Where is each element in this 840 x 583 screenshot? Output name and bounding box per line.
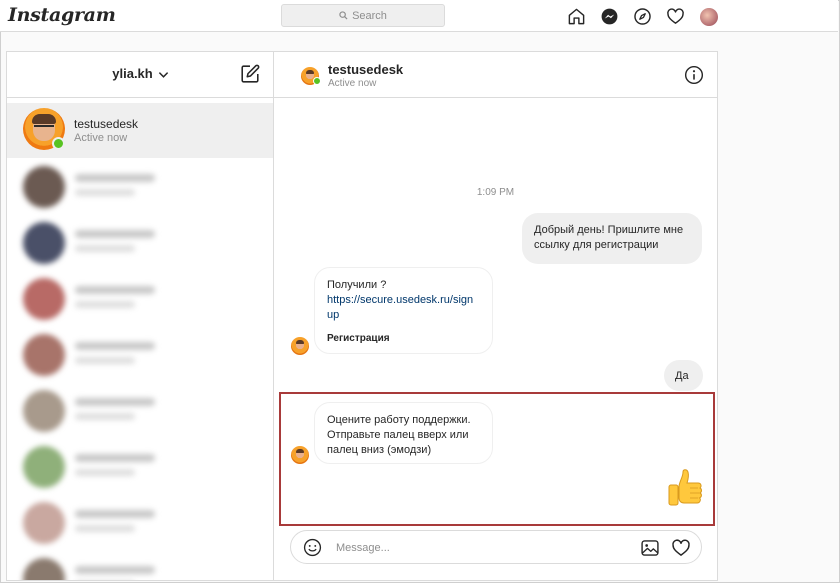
thread-item-active[interactable]: testusedesk Active now [7,103,273,158]
search-icon [339,11,348,20]
message-link[interactable]: https://secure.usedesk.ru/sign up [327,293,480,323]
thread-status: Active now [74,132,128,144]
list-item[interactable] [7,438,273,494]
instagram-logo[interactable]: Instagram [8,4,116,26]
message-composer [290,530,702,564]
conversation-title[interactable]: testusedesk [328,62,403,77]
message-bubble-incoming[interactable]: Получили ? https://secure.usedesk.ru/sig… [314,267,493,354]
message-timestamp: 1:09 PM [476,187,515,198]
link-preview-title: Регистрация [327,333,390,344]
explore-icon[interactable] [632,6,653,27]
online-indicator [313,77,321,85]
chevron-down-icon [158,72,168,78]
inbox-sidebar: ylia.kh testusedesk Active now [7,52,274,580]
emoji-icon[interactable] [303,538,322,557]
list-item[interactable] [7,326,273,382]
conversation: testusedesk Active now 1:09 PM Добрый де… [274,52,717,580]
list-item[interactable] [7,382,273,438]
list-item[interactable] [7,494,273,550]
info-icon[interactable] [684,65,704,85]
account-switcher[interactable]: ylia.kh [7,66,273,81]
profile-avatar[interactable] [698,6,719,27]
nav-icons [566,6,719,27]
direct-panel: ylia.kh testusedesk Active now testusede… [6,51,718,581]
account-name: ylia.kh [112,66,153,81]
list-item[interactable] [7,550,273,580]
highlight-box [279,392,715,526]
image-upload-icon[interactable] [640,538,660,558]
heart-icon[interactable] [665,6,686,27]
messenger-icon[interactable] [599,6,620,27]
avatar [291,337,309,355]
conversation-header: testusedesk Active now [274,52,717,98]
online-indicator [52,137,65,150]
blurred-thread-list [7,158,273,580]
inbox-header: ylia.kh [7,52,273,98]
conversation-status: Active now [328,78,377,89]
heart-icon[interactable] [671,538,691,558]
top-nav: Instagram Search [0,0,838,32]
list-item[interactable] [7,214,273,270]
message-bubble-outgoing[interactable]: Добрый день! Пришлите мне ссылку для рег… [522,213,702,264]
message-bubble-outgoing[interactable]: Да [664,360,703,391]
thread-name: testusedesk [74,117,139,131]
home-icon[interactable] [566,6,587,27]
search-box[interactable]: Search [281,4,445,27]
list-item[interactable] [7,158,273,214]
search-placeholder: Search [352,9,387,22]
message-text: Получили ? [327,279,387,291]
list-item[interactable] [7,270,273,326]
new-message-icon[interactable] [239,63,261,85]
message-input[interactable] [336,539,626,556]
